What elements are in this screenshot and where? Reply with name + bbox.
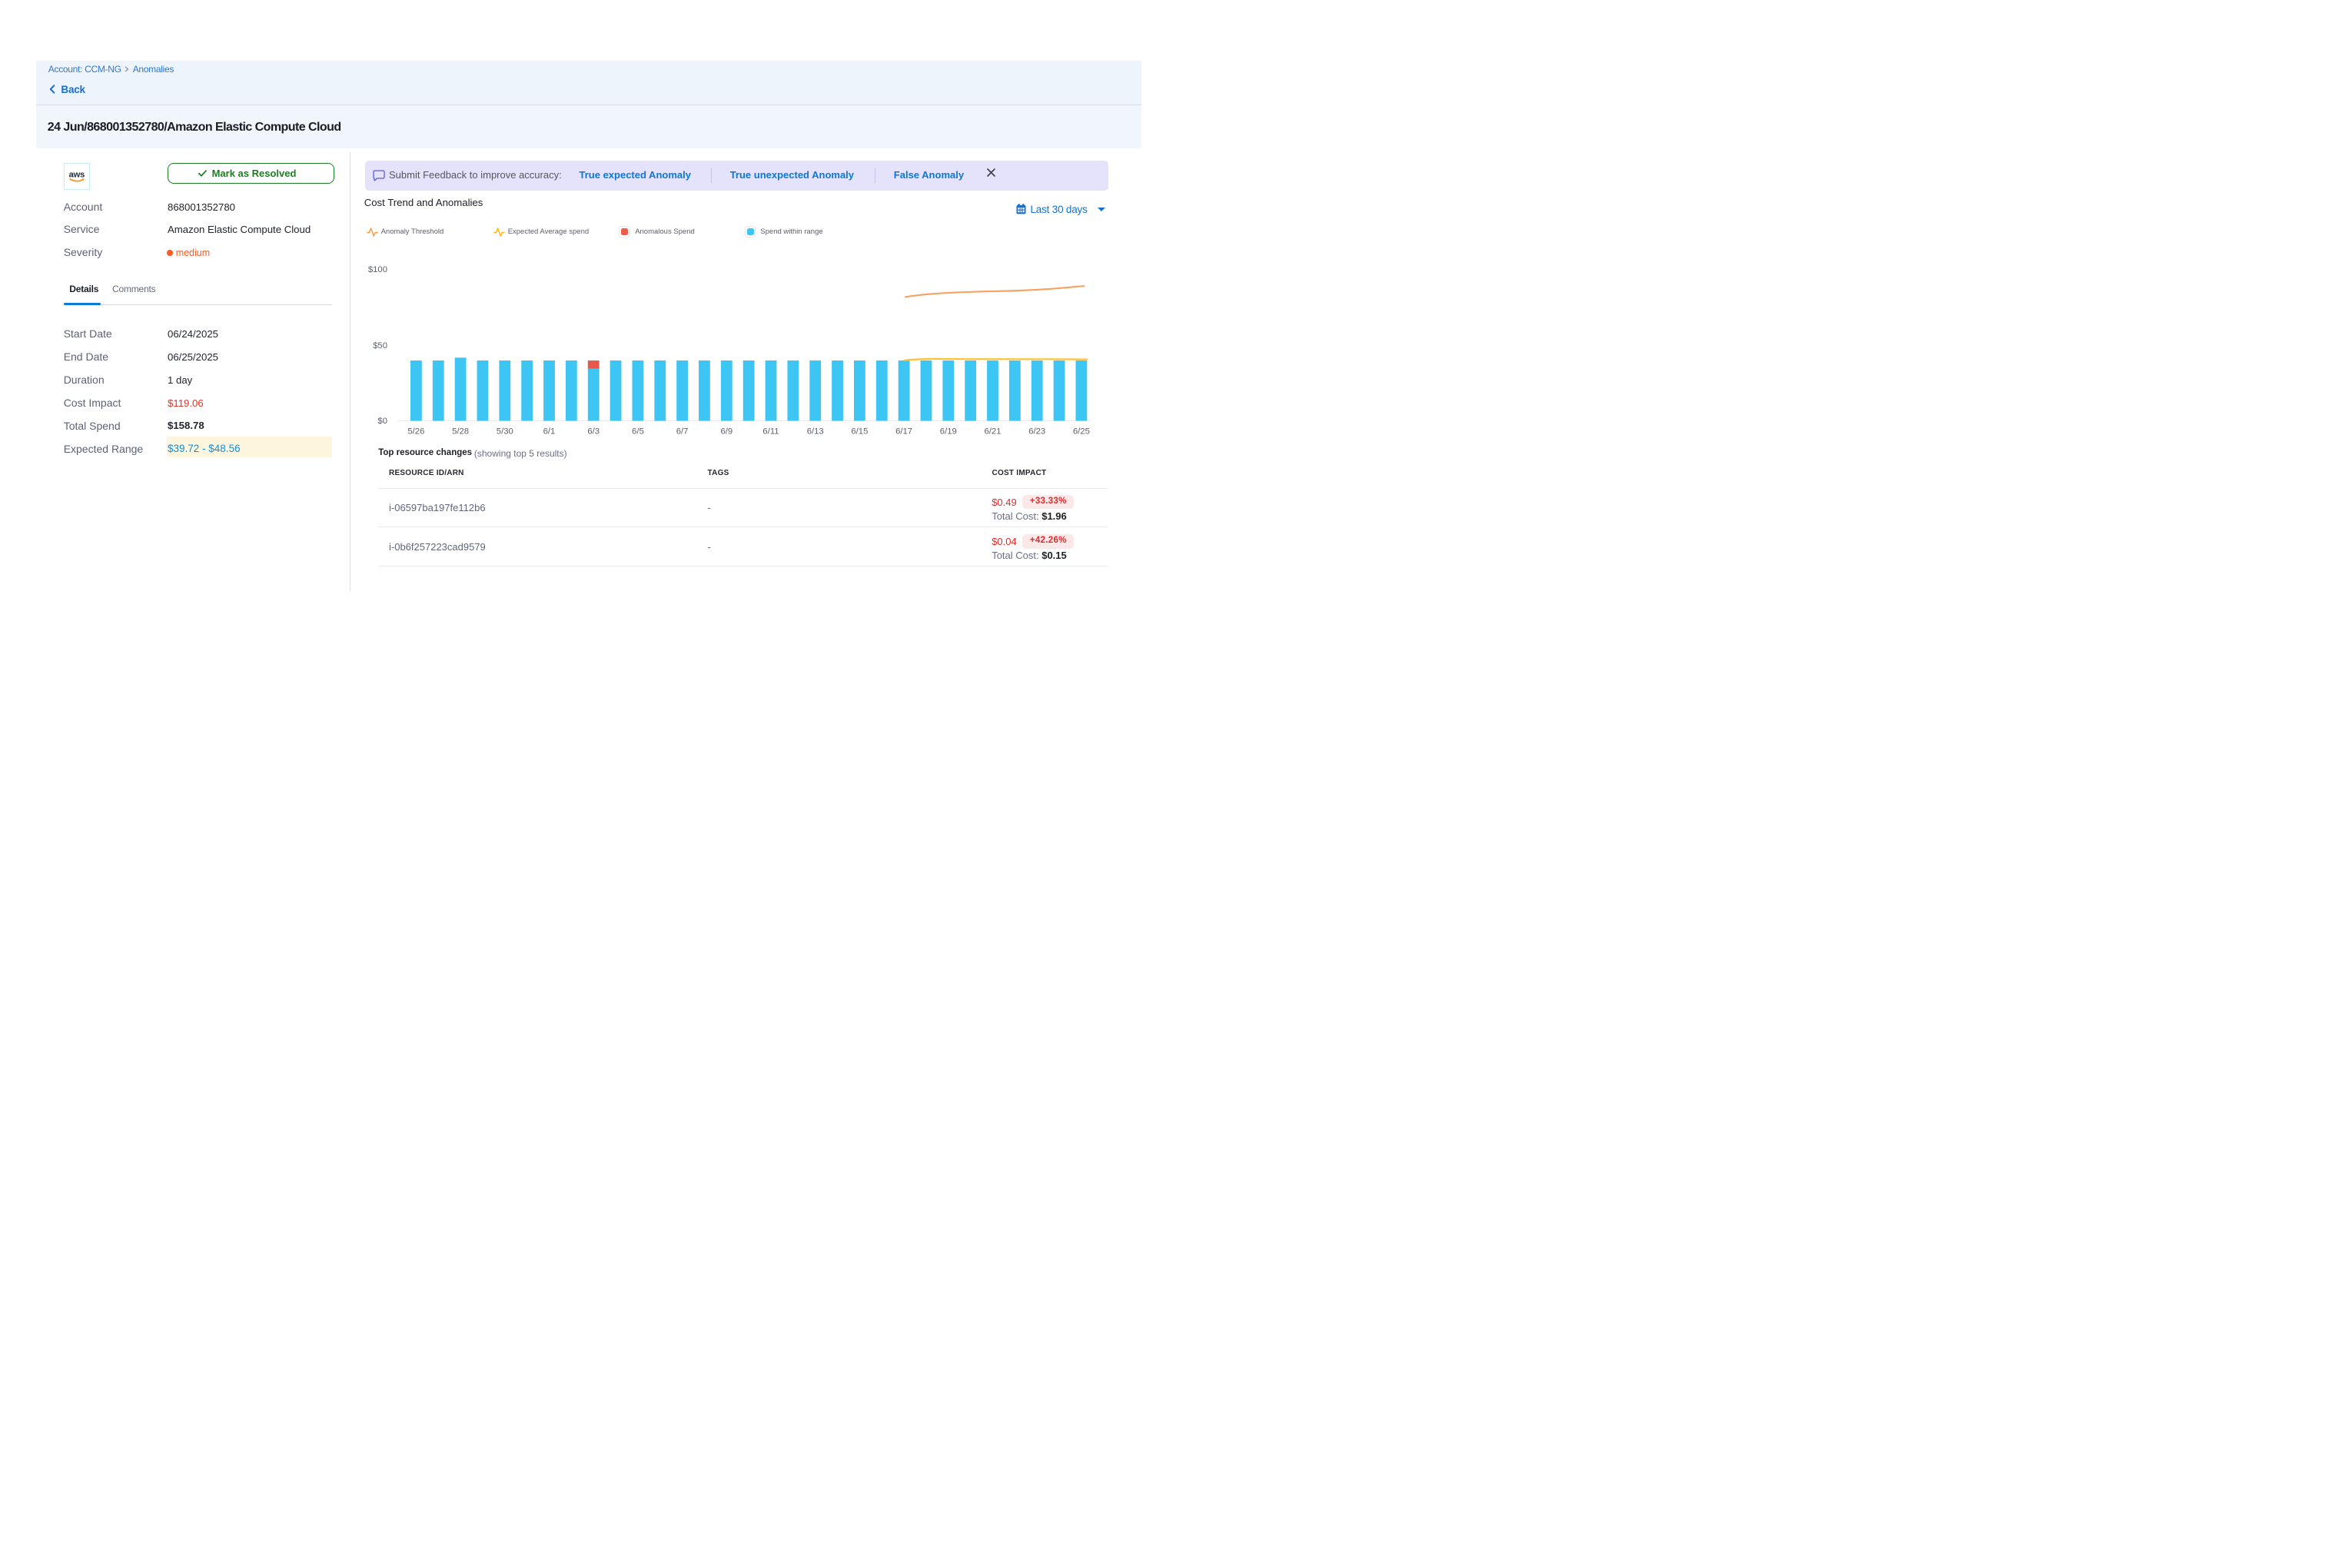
svg-text:$100: $100 <box>368 265 387 274</box>
svg-text:6/21: 6/21 <box>985 427 1002 437</box>
svg-text:6/17: 6/17 <box>895 427 912 437</box>
svg-text:5/28: 5/28 <box>452 427 469 437</box>
svg-text:aws: aws <box>68 170 85 179</box>
svg-text:6/3: 6/3 <box>587 427 600 437</box>
svg-text:6/1: 6/1 <box>543 427 556 437</box>
svg-text:6/11: 6/11 <box>762 427 779 437</box>
svg-text:6/13: 6/13 <box>807 427 824 437</box>
svg-text:5/30: 5/30 <box>497 427 513 437</box>
svg-text:$50: $50 <box>373 341 387 350</box>
svg-text:6/23: 6/23 <box>1028 427 1045 437</box>
svg-text:6/15: 6/15 <box>851 427 868 437</box>
svg-text:6/5: 6/5 <box>632 427 644 437</box>
svg-text:5/26: 5/26 <box>407 427 424 437</box>
svg-text:$0: $0 <box>377 417 387 426</box>
svg-text:6/9: 6/9 <box>720 427 733 437</box>
svg-text:6/19: 6/19 <box>940 427 957 437</box>
svg-text:6/25: 6/25 <box>1073 427 1090 437</box>
svg-text:6/7: 6/7 <box>676 427 689 437</box>
